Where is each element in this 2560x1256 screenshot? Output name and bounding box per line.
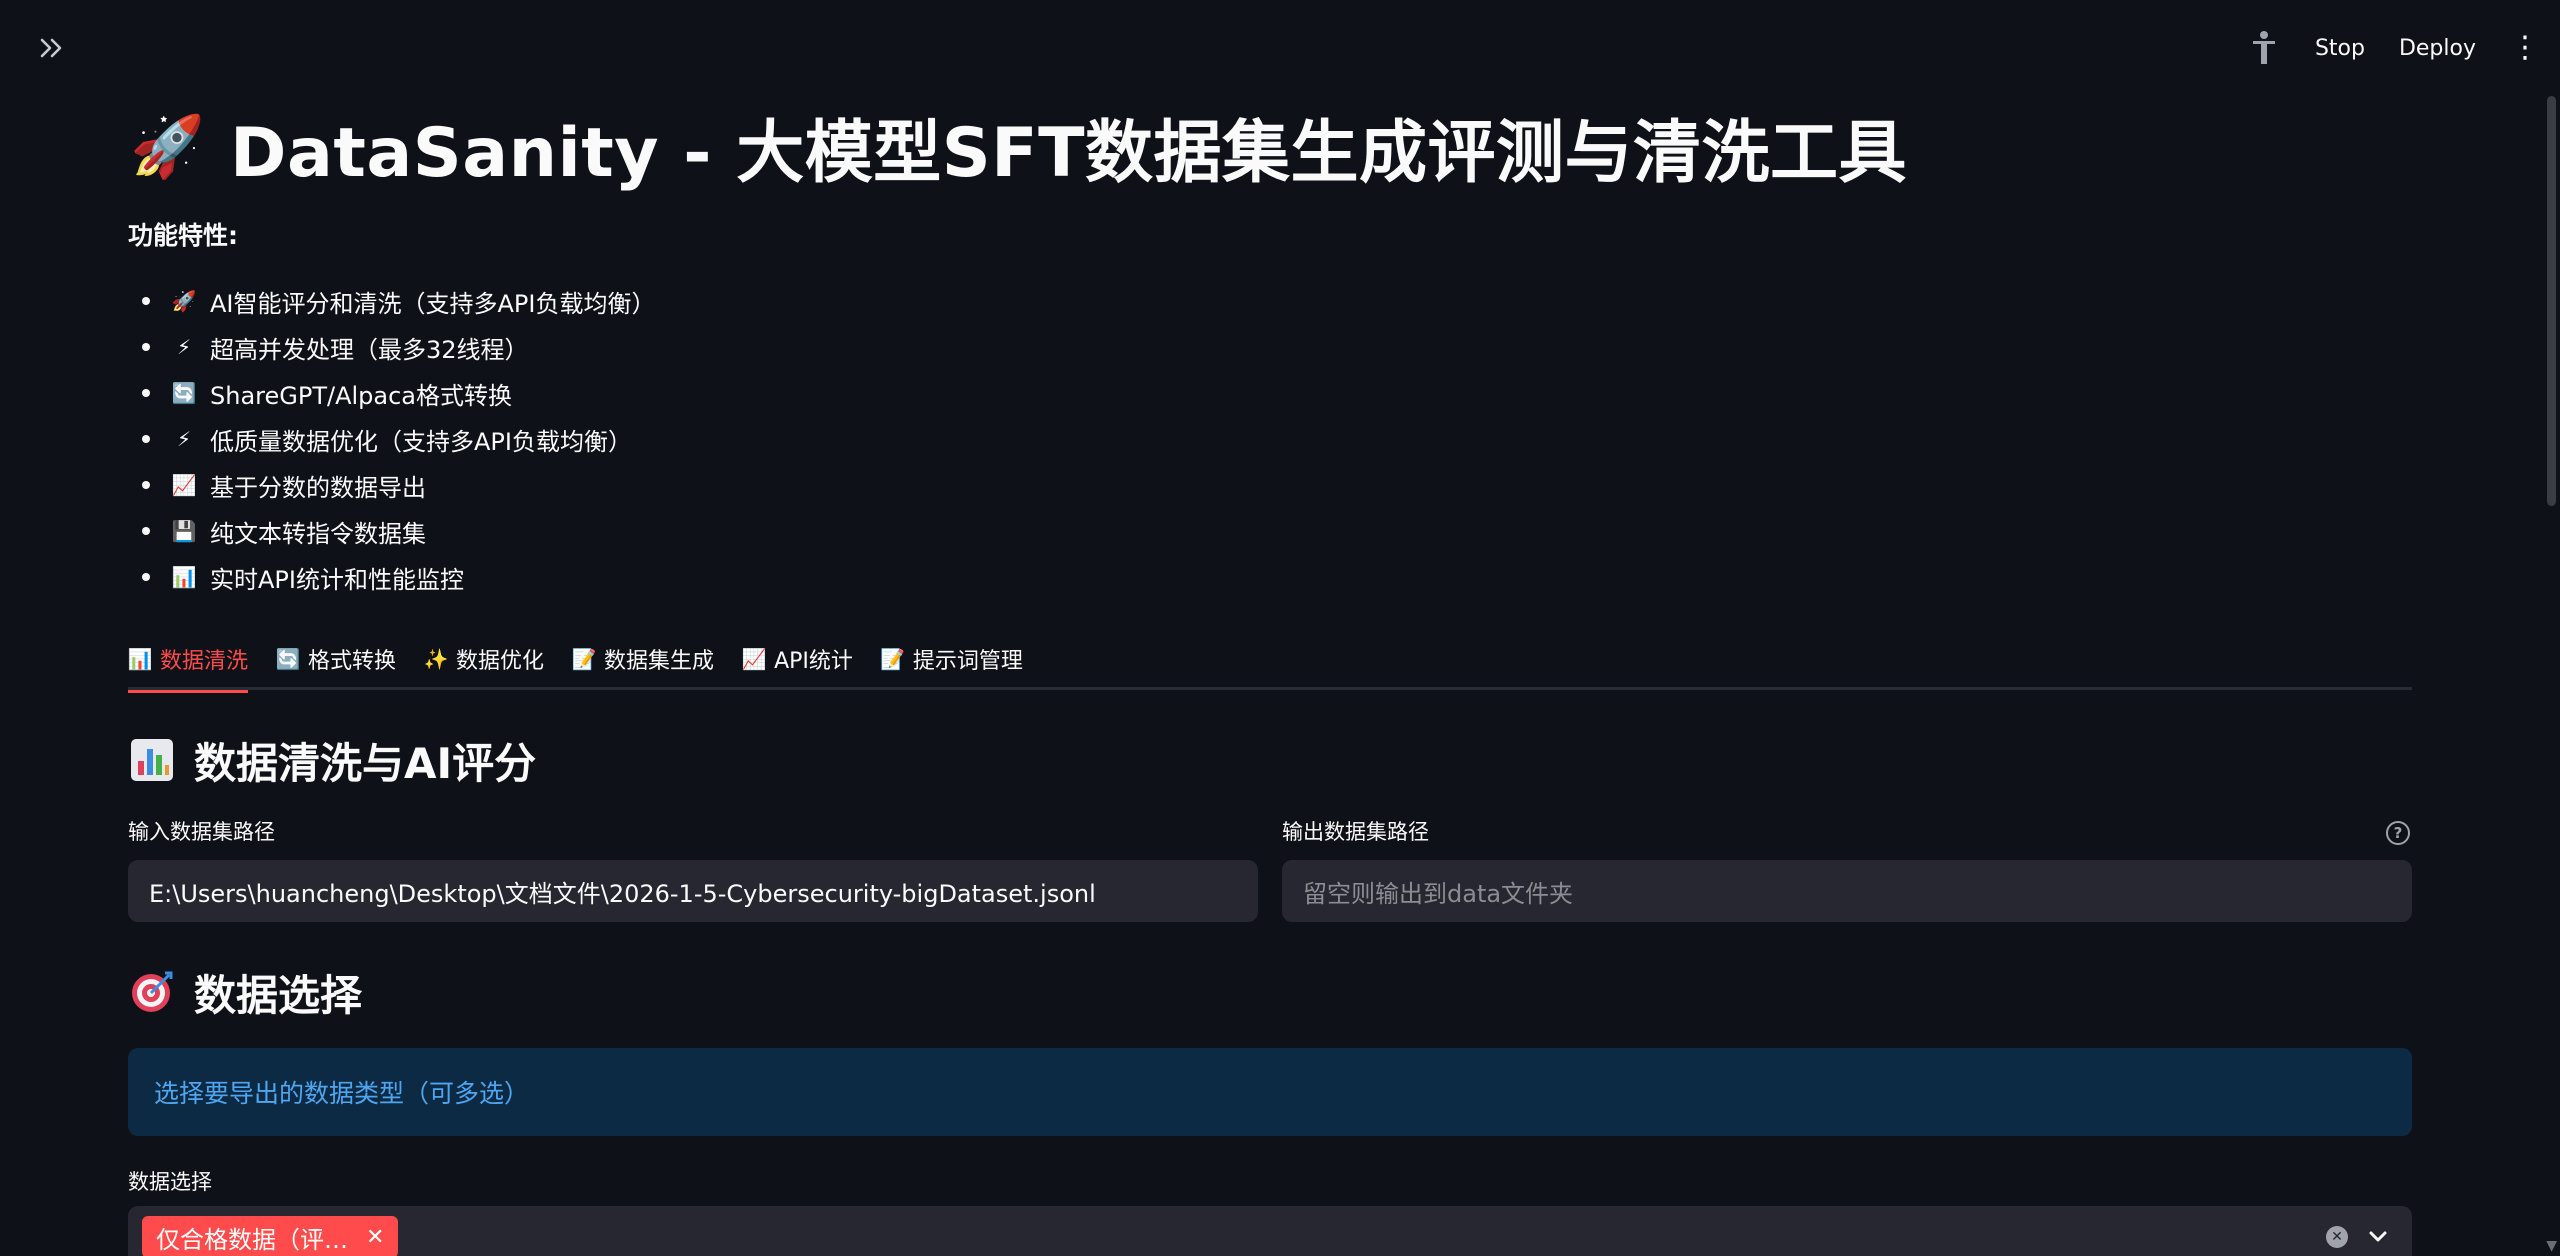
sparkles-icon: ✨	[423, 647, 449, 671]
feature-text: ShareGPT/Alpaca格式转换	[210, 381, 513, 410]
memo-icon: 📝	[571, 647, 597, 671]
tab-1[interactable]: 📊 数据清洗	[127, 628, 249, 693]
refresh-icon: 🔄	[171, 381, 197, 405]
tab-label: 数据集生成	[604, 649, 715, 674]
tab-label: 数据优化	[456, 649, 545, 674]
tab-4[interactable]: 📝 数据集生成	[572, 628, 714, 690]
selected-chip-label: 仅合格数据（评…	[156, 1225, 348, 1254]
cleaning-heading-text: 数据清洗与AI评分	[194, 738, 537, 788]
bullet	[142, 481, 150, 489]
clear-all-icon[interactable]: ✕	[2326, 1226, 2348, 1248]
feature-item: ⚡ 超高并发处理（最多32线程）	[128, 324, 655, 370]
expand-sidebar-icon[interactable]	[34, 30, 70, 66]
memo-icon: 📝	[880, 647, 906, 671]
toolbar: Stop Deploy ⋮	[2247, 24, 2540, 72]
bar-chart-icon: 📊	[171, 565, 197, 589]
cleaning-heading: 数据清洗与AI评分	[128, 730, 536, 790]
feature-item: 🚀 AI智能评分和清洗（支持多API负载均衡）	[128, 278, 655, 324]
input-path-field[interactable]: E:\Users\huancheng\Desktop\文档文件\2026-1-5…	[128, 860, 1258, 922]
bar-chart-icon: 📊	[127, 647, 153, 671]
page-title-text: DataSanity - 大模型SFT数据集生成评测与清洗工具	[230, 113, 1908, 193]
input-path-label: 输入数据集路径	[128, 820, 275, 844]
feature-item: 💾 纯文本转指令数据集	[128, 508, 655, 554]
rocket-icon: 🚀	[171, 289, 197, 313]
chart-increasing-icon: 📈	[741, 647, 767, 671]
feature-item: 🔄 ShareGPT/Alpaca格式转换	[128, 370, 655, 416]
page-title: 🚀 DataSanity - 大模型SFT数据集生成评测与清洗工具	[128, 98, 1907, 194]
feature-text: 低质量数据优化（支持多API负载均衡）	[210, 427, 632, 456]
tab-label: API统计	[774, 649, 853, 674]
info-alert-text: 选择要导出的数据类型（可多选）	[154, 1079, 530, 1108]
feature-text: 超高并发处理（最多32线程）	[210, 335, 529, 364]
floppy-disk-icon: 💾	[171, 519, 197, 543]
feature-text: AI智能评分和清洗（支持多API负载均衡）	[210, 289, 656, 318]
bullet	[142, 527, 150, 535]
bullet	[142, 573, 150, 581]
scroll-down-icon[interactable]: ▼	[2546, 1238, 2557, 1254]
chart-increasing-icon: 📈	[171, 473, 197, 497]
data-select-multiselect[interactable]: 仅合格数据（评… ✕ ✕	[128, 1206, 2412, 1256]
lightning-icon: ⚡	[176, 335, 192, 359]
tab-2[interactable]: 🔄 格式转换	[276, 628, 396, 690]
chip-remove-icon[interactable]: ✕	[366, 1225, 384, 1250]
feature-item: 📈 基于分数的数据导出	[128, 462, 655, 508]
output-path-field[interactable]: 留空则输出到data文件夹	[1282, 860, 2412, 922]
multiselect-controls: ✕	[2326, 1216, 2390, 1256]
rocket-icon: 🚀	[130, 111, 206, 182]
bullet	[142, 389, 150, 397]
more-options-icon[interactable]: ⋮	[2510, 33, 2540, 63]
bullet	[142, 297, 150, 305]
chevron-down-icon[interactable]	[2366, 1225, 2390, 1249]
output-path-label: 输出数据集路径	[1282, 820, 1429, 844]
deploy-button[interactable]: Deploy	[2399, 36, 2476, 61]
stop-button[interactable]: Stop	[2315, 36, 2365, 61]
scrollbar-thumb[interactable]	[2547, 96, 2556, 506]
selected-chip[interactable]: 仅合格数据（评… ✕	[142, 1216, 399, 1256]
features-label: 功能特性:	[128, 221, 238, 250]
lightning-icon: ⚡	[176, 427, 192, 451]
app-root: Stop Deploy ⋮ ▼ 🚀 DataSanity - 大模型SFT数据集…	[0, 0, 2560, 1256]
feature-item: 📊 实时API统计和性能监控	[128, 554, 655, 600]
bar-chart-icon	[128, 736, 176, 784]
tab-label: 格式转换	[308, 649, 397, 674]
selection-heading-text: 数据选择	[194, 970, 363, 1020]
selection-heading: 数据选择	[128, 962, 362, 1022]
bullet	[142, 435, 150, 443]
help-icon[interactable]: ?	[2386, 821, 2410, 845]
tab-5[interactable]: 📈 API统计	[742, 628, 853, 690]
tab-label: 提示词管理	[912, 649, 1023, 674]
target-icon	[128, 968, 176, 1016]
tab-6[interactable]: 📝 提示词管理	[880, 628, 1023, 690]
data-select-label: 数据选择	[128, 1170, 212, 1194]
running-person-icon	[2247, 28, 2281, 68]
feature-text: 实时API统计和性能监控	[210, 565, 464, 594]
tab-3[interactable]: ✨ 数据优化	[424, 628, 544, 690]
refresh-icon: 🔄	[275, 647, 301, 671]
feature-item: ⚡ 低质量数据优化（支持多API负载均衡）	[128, 416, 655, 462]
feature-text: 纯文本转指令数据集	[210, 519, 426, 548]
tab-bar: 📊 数据清洗 🔄 格式转换 ✨ 数据优化 📝 数据集生成 📈 API统计 📝 提示词管理	[127, 628, 2412, 693]
bullet	[142, 343, 150, 351]
tab-label: 数据清洗	[160, 649, 249, 674]
feature-list: 🚀 AI智能评分和清洗（支持多API负载均衡） ⚡ 超高并发处理（最多32线程） 🔄 Sh…	[128, 278, 655, 600]
feature-text: 基于分数的数据导出	[210, 473, 426, 502]
info-alert: 选择要导出的数据类型（可多选）	[128, 1048, 2412, 1136]
